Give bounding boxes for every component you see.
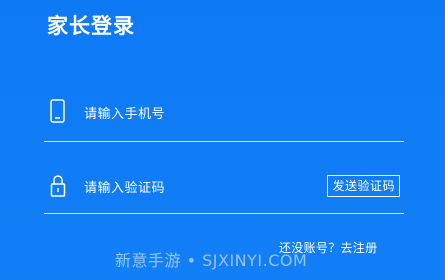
- code-field[interactable]: 请输入验证码 发送验证码: [44, 170, 404, 214]
- send-code-button[interactable]: 发送验证码: [327, 175, 400, 197]
- code-input[interactable]: 请输入验证码: [84, 177, 165, 196]
- register-link[interactable]: 还没账号？去注册: [279, 239, 377, 256]
- phone-icon: [48, 98, 68, 126]
- code-field-underline: [44, 212, 404, 214]
- phone-field-underline: [44, 140, 404, 142]
- phone-field[interactable]: 请输入手机号: [44, 96, 404, 142]
- lock-icon: [48, 172, 68, 200]
- login-screen: 家长登录 请输入手机号 请输入验证码 发送验证码 还没账号？去注册 新意手游 •…: [0, 0, 445, 280]
- phone-input[interactable]: 请输入手机号: [84, 103, 165, 122]
- page-title: 家长登录: [47, 14, 135, 38]
